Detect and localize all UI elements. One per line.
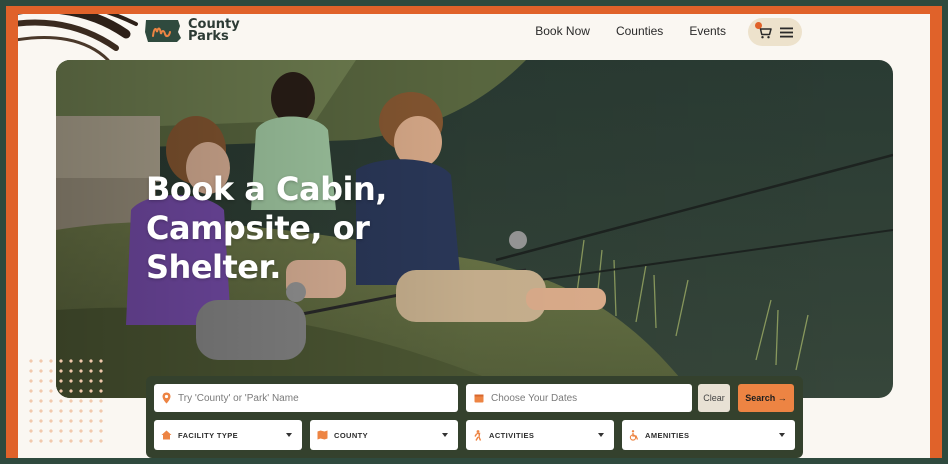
hamburger-menu-icon[interactable] [780, 27, 793, 38]
location-placeholder: Try 'County' or 'Park' Name [178, 392, 299, 404]
cart-menu-pill [748, 18, 802, 46]
chevron-down-icon [442, 433, 448, 437]
chevron-down-icon [286, 433, 292, 437]
brand-name: County Parks [188, 18, 240, 44]
hero-heading-line-1: Book a Cabin, [146, 170, 387, 208]
accessibility-icon [629, 429, 639, 441]
brand-logo[interactable]: County Parks [144, 18, 240, 44]
county-select[interactable]: COUNTY [310, 420, 458, 450]
amenities-select[interactable]: AMENITIES [622, 420, 795, 450]
activities-label: ACTIVITIES [489, 430, 535, 440]
location-search-input[interactable]: Try 'County' or 'Park' Name [154, 384, 458, 412]
cart-badge [755, 22, 762, 29]
main-nav: Book Now Counties Events [535, 24, 726, 38]
search-panel: Try 'County' or 'Park' Name Choose Your … [146, 376, 803, 458]
county-label: COUNTY [334, 430, 369, 440]
iowa-map-logo-icon [145, 20, 181, 42]
date-picker-input[interactable]: Choose Your Dates [466, 384, 692, 412]
cabin-icon [161, 430, 172, 440]
brand-line-2: Parks [188, 29, 229, 44]
map-pin-icon [162, 392, 171, 404]
nav-counties[interactable]: Counties [616, 24, 663, 38]
chevron-down-icon [779, 433, 785, 437]
dates-placeholder: Choose Your Dates [491, 392, 578, 404]
calendar-icon [474, 393, 484, 403]
hero-heading-line-3: Shelter. [146, 248, 281, 286]
nav-book-now[interactable]: Book Now [535, 24, 590, 38]
hiker-icon [473, 429, 483, 441]
hero-heading: Book a Cabin, Campsite, or Shelter. [146, 170, 406, 287]
facility-type-label: FACILITY TYPE [178, 430, 239, 440]
clear-button[interactable]: Clear [698, 384, 730, 412]
map-icon [317, 430, 328, 440]
hero-banner: Book a Cabin, Campsite, or Shelter. [56, 60, 893, 398]
chevron-down-icon [598, 433, 604, 437]
hero-heading-line-2: Campsite, or [146, 209, 370, 247]
amenities-label: AMENITIES [645, 430, 690, 440]
facility-type-select[interactable]: FACILITY TYPE [154, 420, 302, 450]
search-button[interactable]: Search → [738, 384, 794, 412]
dot-pattern-decoration [26, 356, 104, 446]
nav-events[interactable]: Events [689, 24, 726, 38]
page: County Parks Book Now Counties Events Bo… [18, 14, 930, 458]
activities-select[interactable]: ACTIVITIES [466, 420, 614, 450]
